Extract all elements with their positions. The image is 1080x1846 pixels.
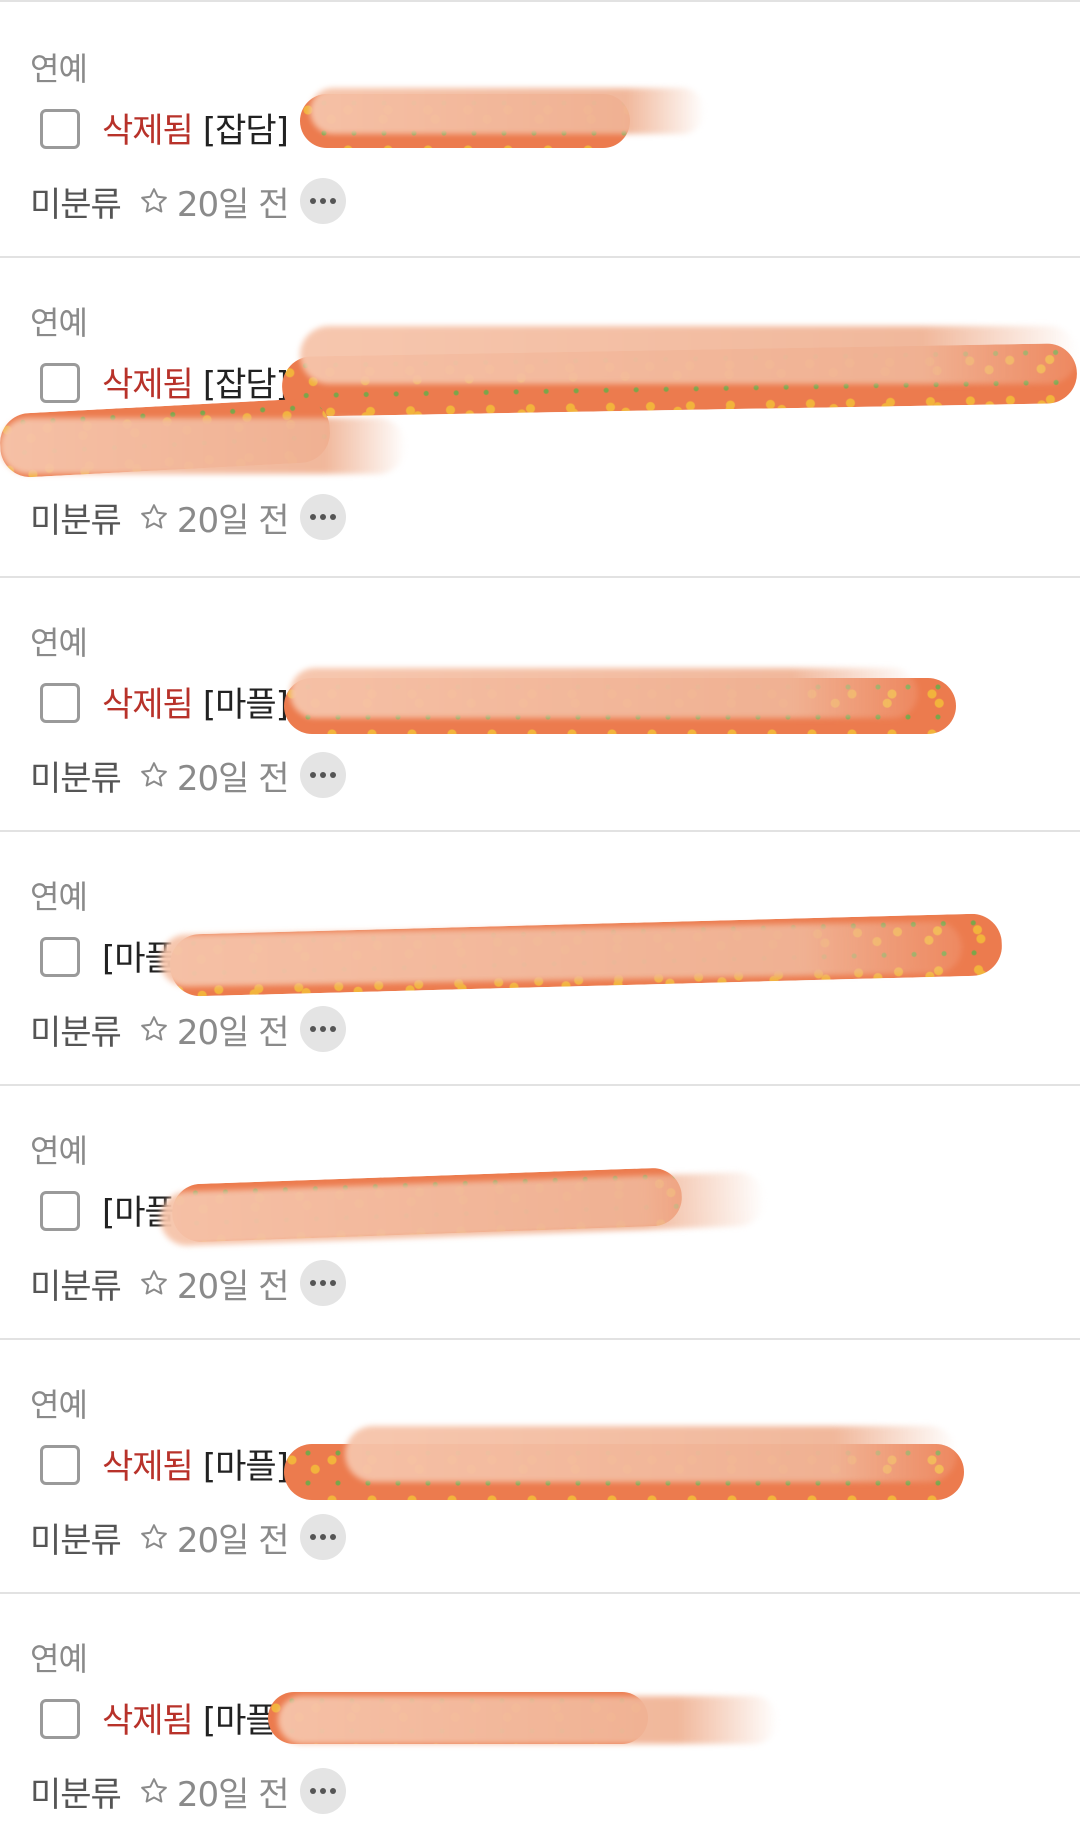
board-name: 미분류 xyxy=(30,1520,122,1561)
post-category: 연예 xyxy=(30,1386,88,1424)
post-time: 20일 전 xyxy=(176,500,290,541)
post-time: 20일 전 xyxy=(176,1012,290,1053)
select-checkbox[interactable] xyxy=(40,363,80,403)
post-title[interactable]: 삭제됨 [마플] xyxy=(102,683,289,727)
deleted-label: 삭제됨 xyxy=(102,1447,194,1487)
star-outline-icon[interactable] xyxy=(139,1014,169,1044)
select-checkbox[interactable] xyxy=(40,937,80,977)
more-horizontal-icon[interactable] xyxy=(300,1514,347,1560)
post-time: 20일 전 xyxy=(176,758,290,799)
post-title[interactable]: 삭제됨 [마플] xyxy=(102,1699,289,1743)
post-meta: 미분류 20일 전 xyxy=(30,750,347,800)
deleted-label: 삭제됨 xyxy=(102,1701,194,1741)
select-checkbox[interactable] xyxy=(40,683,80,723)
deleted-label: 삭제됨 xyxy=(102,365,194,405)
board-name: 미분류 xyxy=(30,758,122,799)
post-tag: [마플] xyxy=(202,1447,289,1487)
post-time: 20일 전 xyxy=(176,1774,290,1815)
post-list: 연예 삭제됨 [잡담] 미분류 20일 전 연예 삭제됨 [잡담] 미분류 20일 … xyxy=(0,0,1080,1846)
select-checkbox[interactable] xyxy=(40,1445,80,1485)
post-category: 연예 xyxy=(30,50,88,88)
board-name: 미분류 xyxy=(30,184,122,225)
board-name: 미분류 xyxy=(30,500,122,541)
redaction-mark xyxy=(0,418,406,474)
post-category: 연예 xyxy=(30,624,88,662)
board-name: 미분류 xyxy=(30,1012,122,1053)
post-category: 연예 xyxy=(30,1640,88,1678)
more-horizontal-icon[interactable] xyxy=(300,752,347,798)
more-horizontal-icon[interactable] xyxy=(300,1006,347,1052)
post-time: 20일 전 xyxy=(176,1520,290,1561)
list-item[interactable]: 연예 [마플] 미분류 20일 전 xyxy=(0,832,1080,1086)
post-meta: 미분류 20일 전 xyxy=(30,1512,347,1562)
more-horizontal-icon[interactable] xyxy=(300,1260,347,1306)
more-horizontal-icon[interactable] xyxy=(300,178,347,224)
select-checkbox[interactable] xyxy=(40,109,80,149)
post-meta: 미분류 20일 전 xyxy=(30,1004,347,1054)
post-meta: 미분류 20일 전 xyxy=(30,492,347,542)
post-category: 연예 xyxy=(30,1132,88,1170)
post-title[interactable]: 삭제됨 [마플] xyxy=(102,1445,289,1489)
post-meta: 미분류 20일 전 xyxy=(30,176,347,226)
redaction-mark xyxy=(278,1696,778,1744)
deleted-label: 삭제됨 xyxy=(102,111,194,151)
post-title[interactable]: 삭제됨 [잡담] xyxy=(102,109,289,153)
post-time: 20일 전 xyxy=(176,184,290,225)
list-item[interactable]: 연예 [마플] 미분류 20일 전 xyxy=(0,1086,1080,1340)
list-item[interactable]: 연예 삭제됨 [마플] 미분류 20일 전 xyxy=(0,1340,1080,1594)
post-meta: 미분류 20일 전 xyxy=(30,1258,347,1308)
star-outline-icon[interactable] xyxy=(139,1522,169,1552)
list-item[interactable]: 연예 삭제됨 [마플] 미분류 20일 전 xyxy=(0,578,1080,832)
post-category: 연예 xyxy=(30,878,88,916)
redaction-mark xyxy=(310,88,705,134)
list-item[interactable]: 연예 삭제됨 [잡담] 미분류 20일 전 xyxy=(0,258,1080,578)
board-name: 미분류 xyxy=(30,1774,122,1815)
post-tag: [잡담] xyxy=(202,111,289,151)
star-outline-icon[interactable] xyxy=(139,186,169,216)
deleted-label: 삭제됨 xyxy=(102,685,194,725)
redaction-mark xyxy=(290,668,918,718)
list-item[interactable]: 연예 삭제됨 [마플] 미분류 20일 전 xyxy=(0,1594,1080,1846)
select-checkbox[interactable] xyxy=(40,1191,80,1231)
post-category: 연예 xyxy=(30,304,88,342)
redaction-mark xyxy=(345,1426,957,1482)
star-outline-icon[interactable] xyxy=(139,1776,169,1806)
star-outline-icon[interactable] xyxy=(139,502,169,532)
post-meta: 미분류 20일 전 xyxy=(30,1766,347,1816)
post-tag: [잡담] xyxy=(202,365,289,405)
redaction-mark xyxy=(300,326,1078,384)
star-outline-icon[interactable] xyxy=(139,1268,169,1298)
more-horizontal-icon[interactable] xyxy=(300,1768,347,1814)
more-horizontal-icon[interactable] xyxy=(300,494,347,540)
select-checkbox[interactable] xyxy=(40,1699,80,1739)
board-name: 미분류 xyxy=(30,1266,122,1307)
list-item[interactable]: 연예 삭제됨 [잡담] 미분류 20일 전 xyxy=(0,4,1080,258)
star-outline-icon[interactable] xyxy=(139,760,169,790)
post-tag: [마플] xyxy=(202,685,289,725)
post-time: 20일 전 xyxy=(176,1266,290,1307)
